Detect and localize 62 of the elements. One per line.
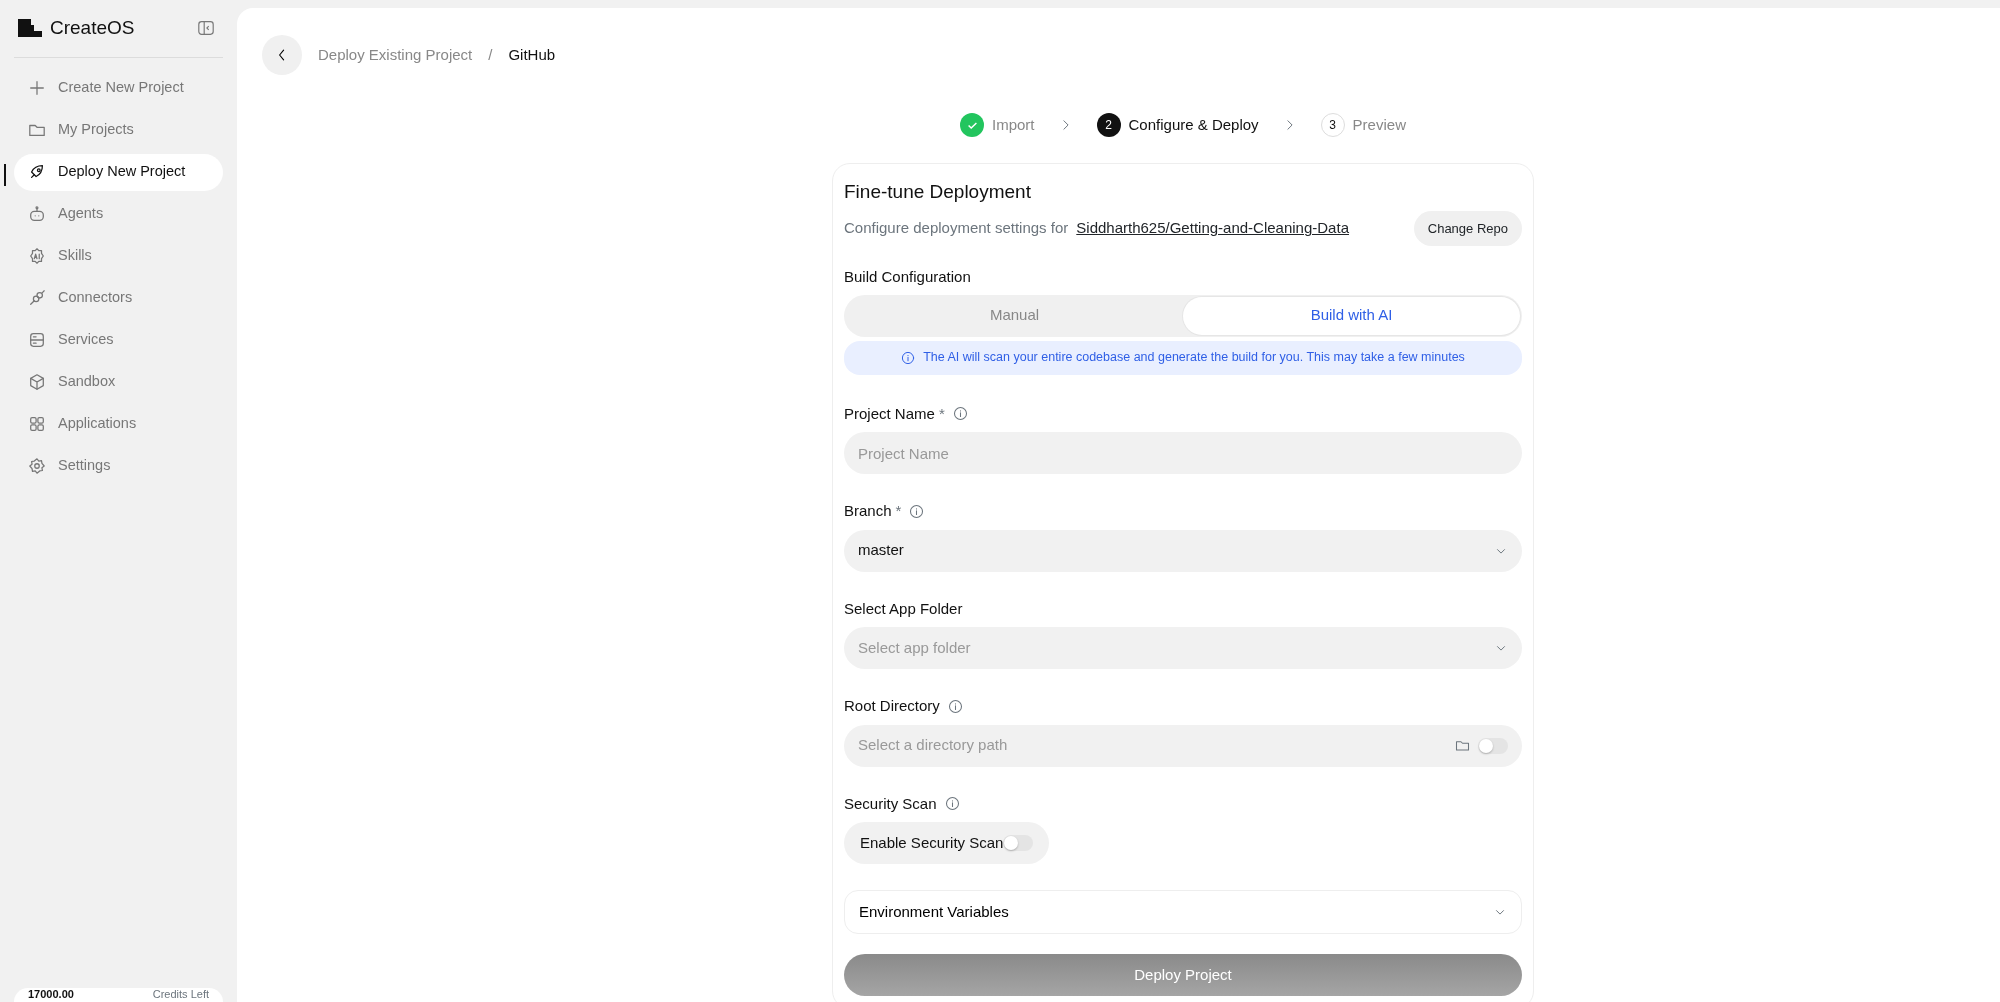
sidebar-item[interactable]: Deploy New Project [14, 153, 223, 191]
dropdown-field[interactable]: Select app folder [844, 627, 1522, 669]
logo-text: CreateOS [50, 16, 135, 40]
card-title: Fine-tune Deployment [844, 180, 1032, 204]
field-label: Project Name [844, 403, 935, 424]
sidebar-item[interactable]: Create New Project [14, 69, 223, 107]
back-button[interactable] [262, 35, 302, 75]
select-placeholder: Select app folder [858, 637, 971, 658]
step-label: Preview [1352, 114, 1406, 135]
sidebar-item[interactable]: Services [14, 321, 223, 359]
field-label: Security Scan [844, 793, 937, 814]
required-mark: * [938, 403, 945, 424]
accordion-header[interactable]: Environment Variables [844, 890, 1522, 934]
select-value: master [858, 540, 904, 561]
field-label: Branch [844, 501, 892, 521]
info-icon [901, 350, 916, 365]
info-text: The AI will scan your entire codebase and generate the build for you. This may take a few minutes [923, 349, 1465, 367]
cube-icon [28, 373, 46, 391]
step-check-icon [960, 113, 984, 137]
sidebar-item[interactable]: Connectors [14, 279, 223, 317]
text-field[interactable]: Project Name [844, 432, 1522, 474]
sidebar-item[interactable]: My Projects [14, 111, 223, 149]
field-label: Select App Folder [844, 598, 963, 619]
breadcrumb-separator: / [488, 44, 493, 65]
accordion-label: Environment Variables [859, 901, 1009, 922]
sidebar-item[interactable]: Sandbox [14, 363, 223, 401]
repo-link[interactable]: Siddharth625/Getting-and-Cleaning-Data [1076, 217, 1349, 240]
segment-tab[interactable]: Build with AI [1183, 296, 1520, 335]
ai-badge-icon [28, 247, 46, 265]
robot-icon [28, 205, 46, 223]
sidebar-toggle-icon[interactable] [197, 19, 215, 38]
path-placeholder: Select a directory path [858, 735, 1008, 756]
segment-tab[interactable]: Manual [846, 296, 1183, 335]
step-label: Configure & Deploy [1128, 114, 1259, 135]
logo-icon [18, 19, 42, 38]
rocket-icon [28, 163, 46, 181]
step-number: 2 [1096, 113, 1121, 137]
card-subtitle: Configure deployment settings for [844, 218, 1069, 238]
folder-icon [1455, 738, 1470, 753]
toggle-switch[interactable] [1003, 835, 1034, 851]
settings-icon [28, 457, 46, 475]
credits-label: Credits Left [152, 988, 209, 1002]
toggle-pill[interactable]: Enable Security Scan [844, 822, 1050, 864]
field-label: Root Directory [844, 696, 940, 716]
toggle-switch[interactable] [1478, 737, 1508, 754]
grid-icon [28, 415, 46, 433]
step-label: Import [992, 114, 1035, 135]
plus-icon [28, 79, 46, 97]
path-field[interactable]: Select a directory path [844, 724, 1522, 767]
plug-icon [28, 289, 46, 307]
dropdown-field[interactable]: master [844, 529, 1522, 572]
change-repo-button[interactable]: Change Repo [1413, 210, 1522, 246]
server-icon [28, 331, 46, 349]
breadcrumb-link[interactable]: Deploy Existing Project [318, 43, 473, 67]
sidebar-item[interactable]: Skills [14, 237, 223, 275]
toggle-label: Enable Security Scan [860, 832, 1004, 853]
sidebar-item[interactable]: Agents [14, 195, 223, 233]
field-label: Build Configuration [844, 267, 972, 287]
required-mark: * [895, 501, 902, 521]
sidebar-item[interactable]: Applications [14, 405, 223, 443]
credits-amount: 17000.00 [28, 988, 74, 1002]
sidebar-item[interactable]: Settings [14, 447, 223, 485]
